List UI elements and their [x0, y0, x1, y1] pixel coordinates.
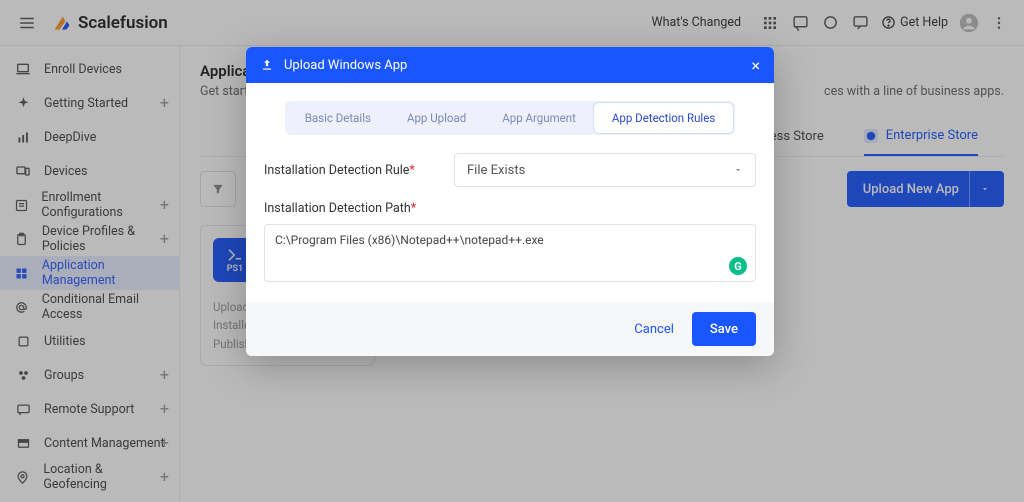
save-button[interactable]: Save: [692, 312, 756, 346]
detection-path-value: C:\Program Files (x86)\Notepad++\notepad…: [275, 233, 544, 247]
detection-path-input[interactable]: C:\Program Files (x86)\Notepad++\notepad…: [264, 224, 756, 282]
upload-icon: [260, 58, 274, 72]
chevron-down-icon: [733, 165, 743, 175]
tab-basic-details[interactable]: Basic Details: [287, 103, 389, 133]
detection-rule-select[interactable]: File Exists: [454, 153, 756, 187]
modal-footer: Cancel Save: [246, 302, 774, 356]
cancel-button[interactable]: Cancel: [634, 322, 674, 337]
modal-title: Upload Windows App: [284, 58, 407, 73]
modal-step-tabs: Basic Details App Upload App Argument Ap…: [285, 101, 736, 135]
upload-windows-app-modal: Upload Windows App × Basic Details App U…: [246, 47, 774, 356]
tab-app-argument[interactable]: App Argument: [484, 103, 594, 133]
grammarly-icon[interactable]: G: [729, 257, 747, 275]
detection-path-label: Installation Detection Path*: [264, 201, 756, 216]
tab-app-upload[interactable]: App Upload: [389, 103, 484, 133]
modal-header: Upload Windows App ×: [246, 47, 774, 83]
tab-app-detection-rules[interactable]: App Detection Rules: [594, 103, 733, 133]
detection-rule-label: Installation Detection Rule*: [264, 163, 434, 178]
detection-rule-value: File Exists: [467, 163, 525, 178]
close-icon[interactable]: ×: [751, 56, 760, 75]
